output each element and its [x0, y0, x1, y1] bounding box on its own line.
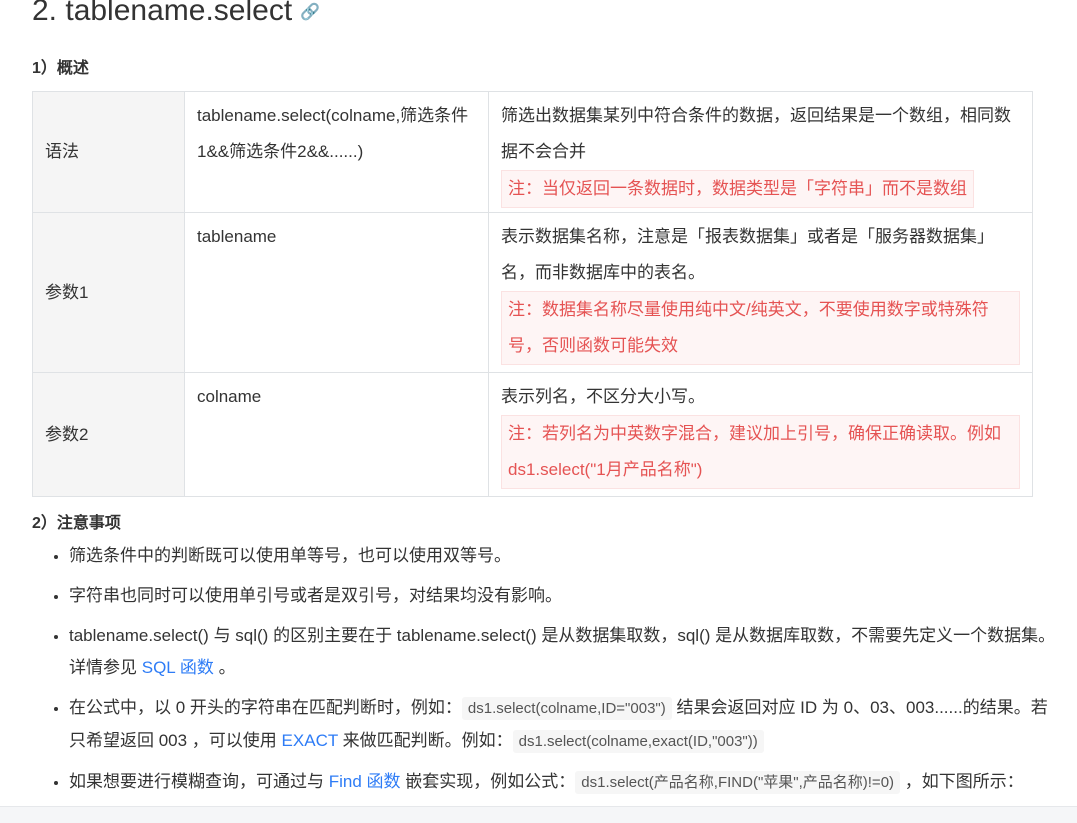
sql-function-link[interactable]: SQL 函数 — [142, 658, 214, 677]
list-item-text: 字符串也同时可以使用单引号或者是双引号，对结果均没有影响。 — [69, 586, 562, 605]
row-note: 注：数据集名称尽量使用纯中文/纯英文，不要使用数字或特殊符号，否则函数可能失效 — [501, 291, 1020, 365]
list-item-text: 筛选条件中的判断既可以使用单等号，也可以使用双等号。 — [69, 546, 511, 565]
function-table: 语法 tablename.select(colname,筛选条件1&&筛选条件2… — [32, 91, 1033, 497]
row-key: 参数2 — [32, 372, 185, 497]
bottom-bar — [0, 806, 1077, 823]
row-value: tablename.select(colname,筛选条件1&&筛选条件2&&.… — [184, 91, 489, 213]
row-desc: 筛选出数据集某列中符合条件的数据，返回结果是一个数组，相同数据不会合并 — [501, 106, 1011, 161]
table-row: 参数2 colname 表示列名，不区分大小写。 注：若列名为中英数字混合，建议… — [32, 372, 1033, 497]
list-item-text: 在公式中，以 0 开头的字符串在匹配判断时，例如： — [69, 698, 462, 717]
row-note: 注：若列名为中英数字混合，建议加上引号，确保正确读取。例如ds1.select(… — [501, 415, 1020, 489]
row-value: tablename — [184, 212, 489, 373]
list-item: 在公式中，以 0 开头的字符串在匹配判断时，例如：ds1.select(coln… — [69, 692, 1059, 758]
row-desc-cell: 筛选出数据集某列中符合条件的数据，返回结果是一个数组，相同数据不会合并 注：当仅… — [488, 91, 1033, 213]
row-desc-cell: 表示数据集名称，注意是「报表数据集」或者是「服务器数据集」名，而非数据库中的表名… — [488, 212, 1033, 373]
section-title-text: 2. tablename.select — [32, 0, 293, 27]
table-row: 参数1 tablename 表示数据集名称，注意是「报表数据集」或者是「服务器数… — [32, 212, 1033, 373]
code-snippet: ds1.select(colname,ID="003") — [461, 697, 672, 720]
row-desc: 表示列名，不区分大小写。 — [501, 387, 705, 406]
row-desc: 表示数据集名称，注意是「报表数据集」或者是「服务器数据集」名，而非数据库中的表名… — [501, 227, 994, 282]
row-note: 注：当仅返回一条数据时，数据类型是「字符串」而不是数组 — [501, 170, 974, 208]
list-item: 字符串也同时可以使用单引号或者是双引号，对结果均没有影响。 — [69, 580, 1059, 612]
list-item-text: 如果想要进行模糊查询，可通过与 — [69, 772, 329, 791]
list-item-text: ，如下图所示： — [900, 772, 1024, 791]
link-icon[interactable]: 🔗 — [300, 4, 320, 21]
list-item: 筛选条件中的判断既可以使用单等号，也可以使用双等号。 — [69, 540, 1059, 572]
overview-heading: 1）概述 — [32, 60, 89, 77]
exact-function-link[interactable]: EXACT — [282, 731, 338, 750]
notes-list: 筛选条件中的判断既可以使用单等号，也可以使用双等号。 字符串也同时可以使用单引号… — [32, 540, 1059, 807]
list-item: 如果想要进行模糊查询，可通过与 Find 函数 嵌套实现，例如公式：ds1.se… — [69, 766, 1059, 799]
row-desc-cell: 表示列名，不区分大小写。 注：若列名为中英数字混合，建议加上引号，确保正确读取。… — [488, 372, 1033, 497]
list-item-text: 来做匹配判断。例如： — [337, 731, 513, 750]
list-item-text: 。 — [213, 658, 236, 677]
notes-heading: 2）注意事项 — [32, 515, 121, 532]
find-function-link[interactable]: Find 函数 — [329, 772, 401, 791]
table-row: 语法 tablename.select(colname,筛选条件1&&筛选条件2… — [32, 91, 1033, 213]
list-item-text: 嵌套实现，例如公式： — [400, 772, 576, 791]
row-key: 参数1 — [32, 212, 185, 373]
code-snippet: ds1.select(产品名称,FIND("苹果",产品名称)!=0) — [575, 771, 901, 794]
list-item: tablename.select() 与 sql() 的区别主要在于 table… — [69, 620, 1059, 684]
row-value: colname — [184, 372, 489, 497]
row-key: 语法 — [32, 91, 185, 213]
code-snippet: ds1.select(colname,exact(ID,"003")) — [512, 730, 764, 753]
section-title: 2. tablename.select 🔗 — [32, 0, 320, 28]
